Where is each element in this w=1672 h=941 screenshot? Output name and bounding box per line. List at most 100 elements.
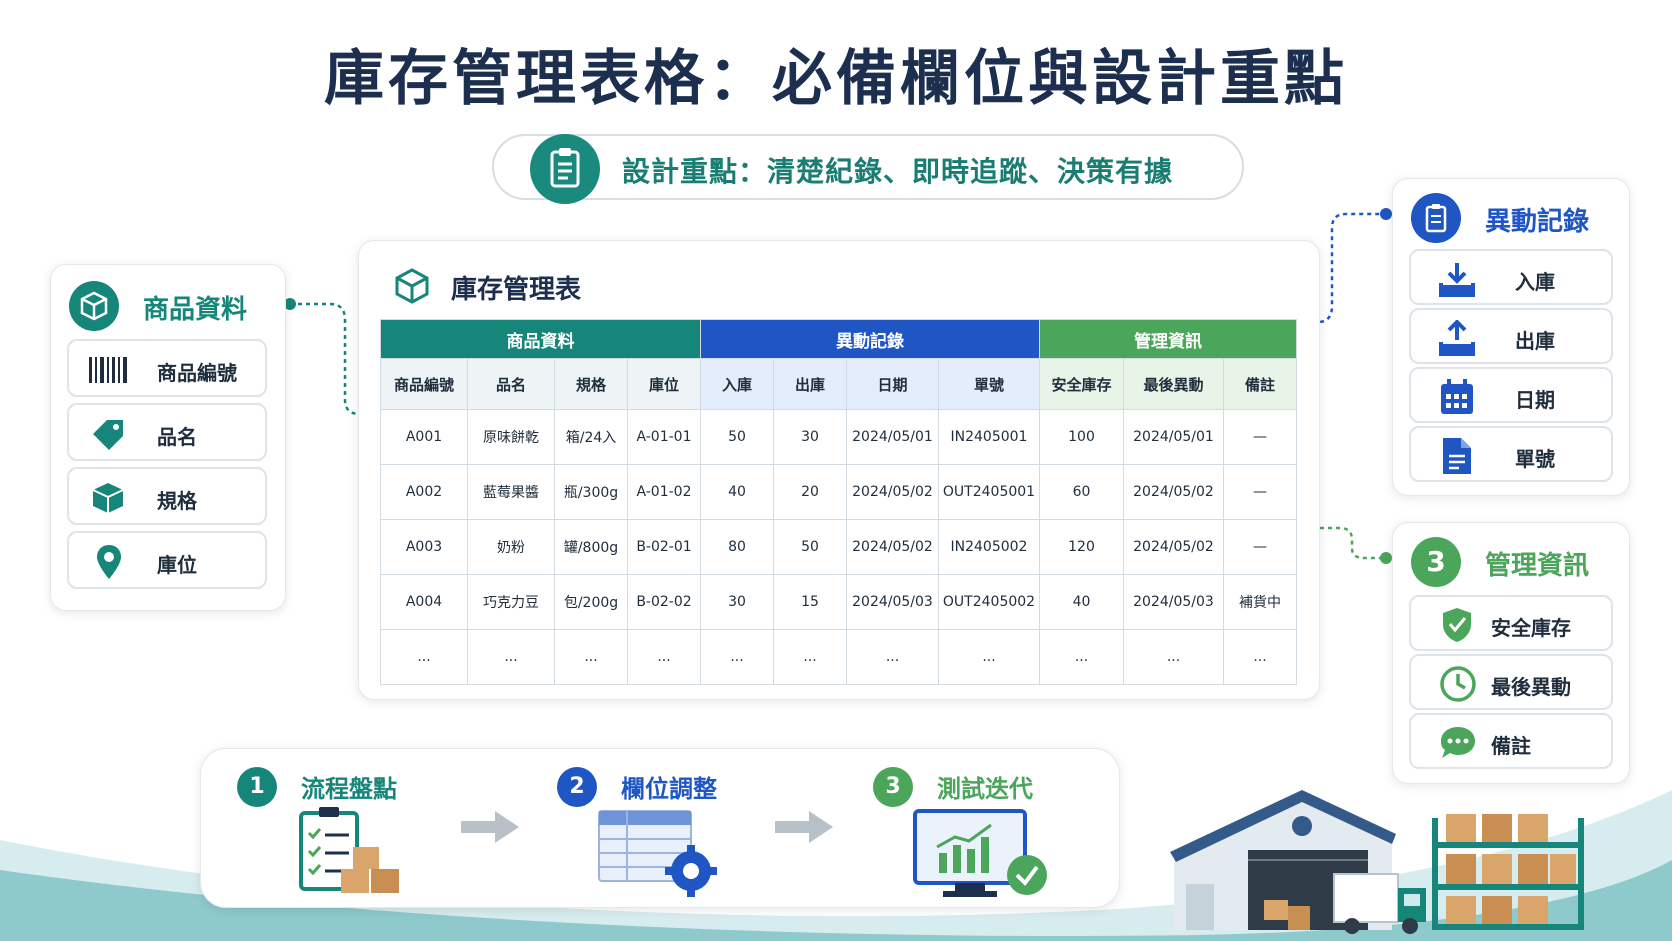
column-header: 庫位 (627, 358, 701, 410)
table-column-header-row: 商品編號 品名 規格 庫位 入庫 出庫 日期 單號 安全庫存 最後異動 備註 (380, 358, 1297, 410)
item-label: 最後異動 (1491, 675, 1571, 699)
table-cell: ... (1123, 629, 1224, 685)
item-label: 出庫 (1515, 329, 1555, 353)
management-info-panel: 3 管理資訊 安全庫存 最後異動 備註 (1392, 522, 1630, 784)
item-label: 品名 (157, 425, 197, 449)
table-cell: — (1223, 519, 1297, 575)
table-cell: 30 (773, 409, 847, 465)
table-cell: 包/200g (554, 574, 628, 630)
column-header: 備註 (1223, 358, 1297, 410)
product-info-panel: 商品資料 商品編號 品名 規格 庫位 (50, 264, 286, 611)
product-info-title: 商品資料 (143, 295, 248, 325)
step-badge: 3 (1411, 537, 1461, 587)
table-cell: 2024/05/02 (1123, 464, 1224, 520)
table-cell: A004 (380, 574, 468, 630)
movement-record-panel: 異動記錄 入庫 出庫 日期 單號 (1392, 178, 1630, 496)
group-header-movement: 異動記錄 (700, 319, 1040, 359)
movement-record-title: 異動記錄 (1485, 207, 1590, 237)
table-cell: 120 (1039, 519, 1124, 575)
tag-icon (93, 420, 123, 450)
table-cell: 40 (700, 464, 774, 520)
column-header: 出庫 (773, 358, 847, 410)
table-row[interactable]: ................................. (380, 629, 1297, 685)
monitor-chart-icon (913, 809, 1047, 897)
table-cell: ... (554, 629, 628, 685)
table-cell: 2024/05/01 (1123, 409, 1224, 465)
group-header-product: 商品資料 (380, 319, 701, 359)
table-cell: A002 (380, 464, 468, 520)
table-row[interactable]: A002 藍莓果醬 瓶/300g A-01-02 40 20 2024/05/02 OUT24… (380, 464, 1297, 520)
column-header: 規格 (554, 358, 628, 410)
calendar-icon (1441, 379, 1473, 414)
table-row[interactable]: A001 原味餅乾 箱/24入 A-01-01 50 30 2024/05/01 IN2405… (380, 409, 1297, 465)
shield-check-icon (1443, 608, 1471, 642)
table-cell: ... (1039, 629, 1124, 685)
column-header: 商品編號 (380, 358, 468, 410)
management-info-title: 管理資訊 (1485, 551, 1590, 581)
management-field-last-change[interactable]: 最後異動 (1409, 654, 1613, 710)
table-cell: B-02-01 (627, 519, 701, 575)
barcode-icon (89, 357, 127, 383)
column-header: 日期 (846, 358, 939, 410)
table-row[interactable]: A003 奶粉 罐/800g B-02-01 80 50 2024/05/02 IN24050… (380, 519, 1297, 575)
table-cell: 60 (1039, 464, 1124, 520)
table-group-header-row: 商品資料 異動記錄 管理資訊 (380, 319, 1297, 359)
management-field-safety-stock[interactable]: 安全庫存 (1409, 595, 1613, 651)
table-cell: 100 (1039, 409, 1124, 465)
table-cell: 30 (700, 574, 774, 630)
table-cell: A-01-02 (627, 464, 701, 520)
table-cell: A003 (380, 519, 468, 575)
management-field-remarks[interactable]: 備註 (1409, 713, 1613, 769)
location-pin-icon (97, 545, 121, 579)
table-cell: A001 (380, 409, 468, 465)
table-cell: 20 (773, 464, 847, 520)
movement-field-outbound[interactable]: 出庫 (1409, 308, 1613, 364)
table-cell: 50 (773, 519, 847, 575)
table-cell: 2024/05/02 (1123, 519, 1224, 575)
clipboard-icon (1411, 193, 1461, 243)
product-field-code[interactable]: 商品編號 (67, 339, 267, 397)
table-cell: ... (846, 629, 939, 685)
table-cell: 2024/05/01 (846, 409, 939, 465)
item-label: 單號 (1515, 447, 1555, 471)
table-cell: 15 (773, 574, 847, 630)
product-field-spec[interactable]: 規格 (67, 467, 267, 525)
step-badge: 3 (873, 767, 913, 807)
table-cell: ... (700, 629, 774, 685)
table-row[interactable]: A004 巧克力豆 包/200g B-02-02 30 15 2024/05/03 OUT24… (380, 574, 1297, 630)
outbound-tray-icon (1439, 320, 1475, 356)
clock-icon (1440, 666, 1476, 702)
flow-step-label: 測試迭代 (937, 775, 1033, 803)
table-gear-icon (598, 810, 717, 897)
item-label: 規格 (157, 489, 197, 513)
product-field-name[interactable]: 品名 (67, 403, 267, 461)
table-cell: 補貨中 (1223, 574, 1297, 630)
movement-field-date[interactable]: 日期 (1409, 367, 1613, 423)
table-cell: OUT2405001 (938, 464, 1040, 520)
movement-field-inbound[interactable]: 入庫 (1409, 249, 1613, 305)
column-header: 單號 (938, 358, 1040, 410)
table-cell: 奶粉 (467, 519, 555, 575)
warehouse-illustration-icon (1170, 790, 1584, 934)
table-cell: IN2405002 (938, 519, 1040, 575)
arrow-right-icon (775, 811, 833, 843)
table-cell: 2024/05/02 (846, 464, 939, 520)
flow-step-label: 流程盤點 (301, 775, 397, 803)
table-cell: ... (1223, 629, 1297, 685)
table-cell: 2024/05/02 (846, 519, 939, 575)
product-field-location[interactable]: 庫位 (67, 531, 267, 589)
process-flow-panel: 1 流程盤點 2 欄位調整 3 測試迭代 (200, 748, 1120, 908)
document-icon (1443, 438, 1471, 474)
flow-step-label: 欄位調整 (621, 775, 717, 803)
table-cell: 瓶/300g (554, 464, 628, 520)
table-body: A001 原味餅乾 箱/24入 A-01-01 50 30 2024/05/01 IN2405… (380, 409, 1297, 685)
table-cell: 巧克力豆 (467, 574, 555, 630)
table-cell: ... (773, 629, 847, 685)
table-cell: 箱/24入 (554, 409, 628, 465)
chat-bubble-icon (1441, 727, 1475, 758)
item-label: 入庫 (1515, 270, 1555, 294)
table-cell: ... (627, 629, 701, 685)
movement-field-number[interactable]: 單號 (1409, 426, 1613, 482)
item-label: 備註 (1491, 734, 1531, 758)
step-badge: 1 (237, 767, 277, 807)
